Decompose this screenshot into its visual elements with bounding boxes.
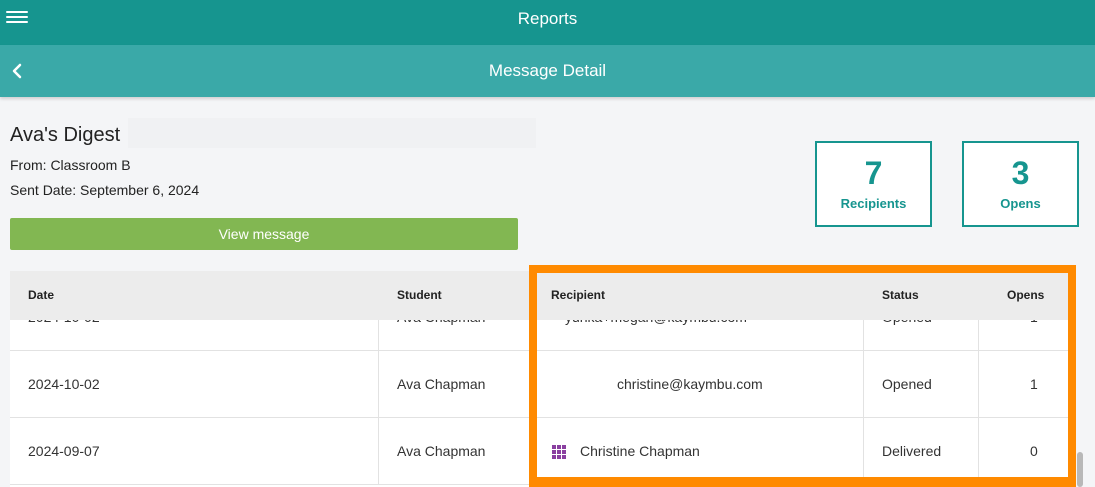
sub-header-bar: Message Detail (0, 45, 1095, 97)
cell-date: 2024-10-02 (28, 376, 100, 392)
message-title: Ava's Digest (10, 124, 121, 146)
app-title: Reports (517, 9, 578, 28)
cell-recipient: christine@kaymbu.com (617, 376, 763, 392)
recipients-table: Date Student Recipient Status Opens 2024… (10, 271, 1075, 487)
cell-recipient: Christine Chapman (580, 443, 700, 459)
table-row[interactable]: 2024-10-02 Ava Chapman christine@kaymbu.… (10, 351, 1075, 418)
opens-label: Opens (1000, 196, 1041, 211)
column-header-student[interactable]: Student (397, 288, 442, 302)
message-sent-date: Sent Date: September 6, 2024 (10, 182, 200, 198)
opens-stat-card: 3 Opens (962, 141, 1079, 227)
cell-student: Ava Chapman (397, 376, 486, 392)
cell-opens: 1 (1030, 376, 1038, 392)
table-header: Date Student Recipient Status Opens (10, 271, 1075, 320)
top-app-bar: Reports (0, 0, 1095, 45)
recipients-count: 7 (864, 155, 883, 191)
column-header-status[interactable]: Status (882, 288, 919, 302)
message-from: From: Classroom B (10, 157, 131, 173)
recipients-label: Recipients (840, 196, 907, 211)
cell-date: 2024-09-07 (28, 443, 100, 459)
column-header-opens[interactable]: Opens (1007, 288, 1044, 302)
column-header-date[interactable]: Date (28, 288, 54, 302)
cell-status: Delivered (882, 443, 942, 459)
table-row[interactable]: 2024-09-07 Ava Chapman Christine Chapman… (10, 418, 1075, 485)
view-message-button[interactable]: View message (10, 218, 518, 250)
page-title: Message Detail (488, 61, 607, 80)
cell-status: Opened (882, 376, 932, 392)
recipients-stat-card: 7 Recipients (815, 141, 932, 227)
cell-student: Ava Chapman (397, 443, 486, 459)
vertical-scrollbar[interactable] (1077, 452, 1083, 487)
title-background-bar (128, 118, 536, 148)
opens-count: 3 (1011, 155, 1030, 191)
apps-grid-icon (552, 445, 566, 459)
cell-opens: 0 (1030, 443, 1038, 459)
column-header-recipient[interactable]: Recipient (551, 288, 605, 302)
